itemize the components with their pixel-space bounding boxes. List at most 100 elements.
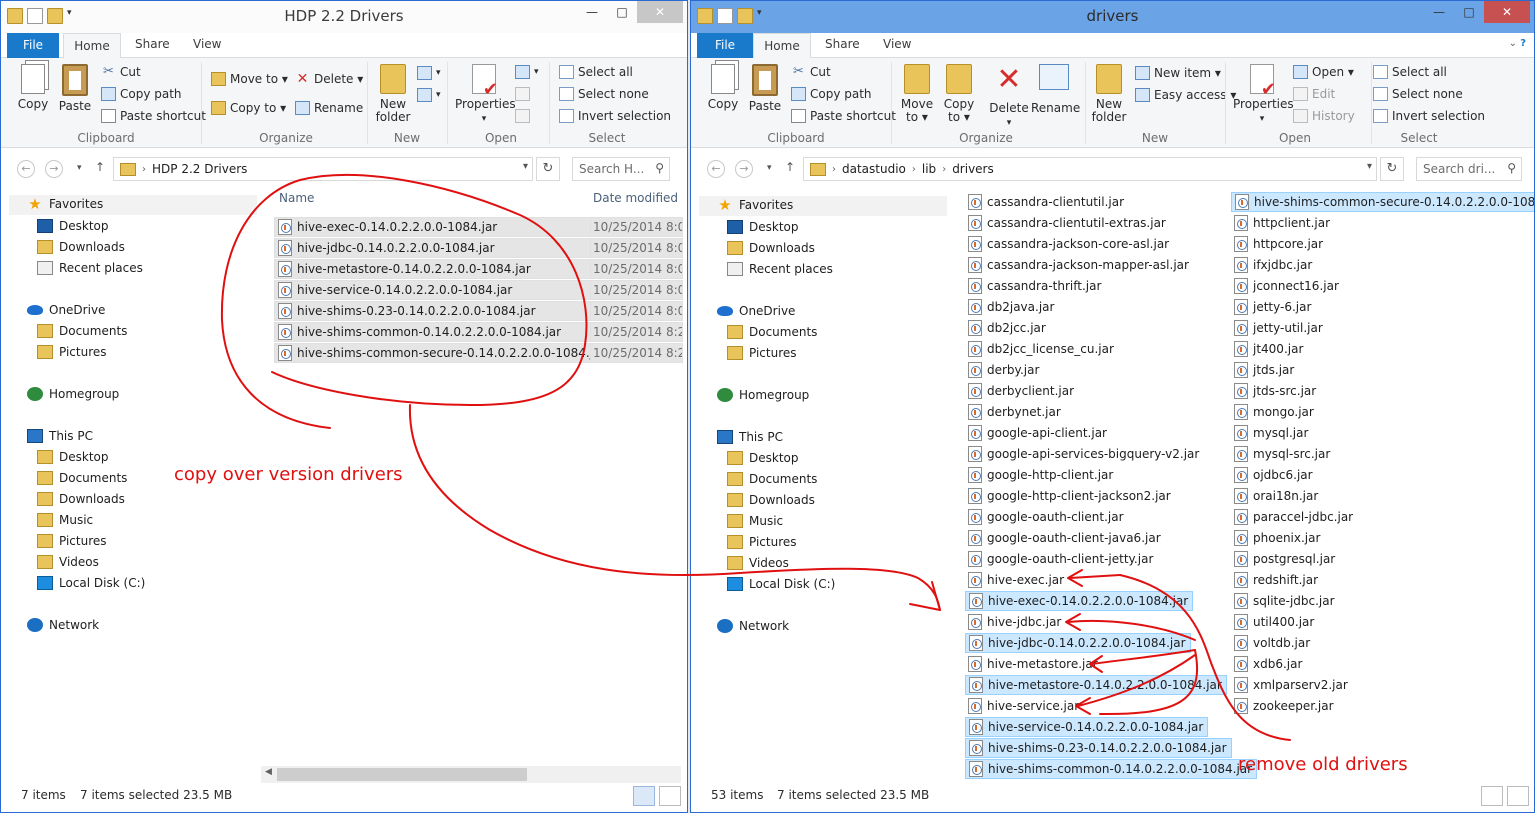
scrollbar-thumb[interactable] bbox=[277, 768, 527, 781]
copy-button[interactable]: Copy bbox=[705, 64, 741, 111]
details-view-icon[interactable] bbox=[1481, 786, 1503, 806]
easy-access-button[interactable]: Easy access ▾ bbox=[1135, 86, 1236, 104]
nav-this-pc[interactable]: This PC bbox=[27, 429, 93, 443]
nav-pc-pictures[interactable]: Pictures bbox=[37, 534, 107, 548]
maximize-button[interactable]: □ bbox=[1454, 1, 1484, 23]
list-item[interactable]: hive-service.jar bbox=[965, 696, 1083, 716]
list-item[interactable]: hive-exec-0.14.0.2.2.0.0-1084.jar bbox=[965, 591, 1194, 611]
nav-downloads[interactable]: Downloads bbox=[727, 241, 815, 255]
nav-pc-desktop[interactable]: Desktop bbox=[37, 450, 109, 464]
properties-button[interactable]: Properties▾ bbox=[455, 64, 516, 126]
list-item[interactable]: sqlite-jdbc.jar bbox=[1231, 591, 1339, 611]
list-item[interactable]: cassandra-jackson-mapper-asl.jar bbox=[965, 255, 1193, 275]
nav-pc-pictures[interactable]: Pictures bbox=[727, 535, 797, 549]
open-button[interactable]: Open ▾ bbox=[1293, 63, 1354, 81]
recent-locations-chevron-icon[interactable]: ▾ bbox=[77, 163, 82, 173]
nav-music[interactable]: Music bbox=[37, 513, 93, 527]
list-item[interactable]: voltdb.jar bbox=[1231, 633, 1314, 653]
copy-button[interactable]: Copy bbox=[15, 64, 51, 111]
chevron-down-icon[interactable]: ▾ bbox=[67, 8, 75, 24]
list-item[interactable]: jetty-6.jar bbox=[1231, 297, 1315, 317]
address-bar[interactable]: › datastudio › lib › drivers ▾ bbox=[803, 157, 1377, 181]
nav-videos[interactable]: Videos bbox=[727, 556, 789, 570]
history-button[interactable] bbox=[515, 107, 530, 125]
nav-documents[interactable]: Documents bbox=[727, 325, 817, 339]
rename-button[interactable]: Rename bbox=[295, 99, 363, 117]
nav-desktop[interactable]: Desktop bbox=[727, 220, 799, 234]
open-button[interactable]: ▾ bbox=[515, 63, 539, 81]
cut-button[interactable]: ✂ Cut bbox=[791, 63, 831, 81]
column-header-name[interactable]: Name bbox=[279, 191, 314, 205]
tab-share[interactable]: Share bbox=[135, 37, 170, 51]
invert-selection-button[interactable]: Invert selection bbox=[1373, 107, 1485, 125]
new-folder-icon[interactable] bbox=[47, 8, 63, 24]
list-item[interactable]: google-http-client-jackson2.jar bbox=[965, 486, 1175, 506]
table-row[interactable]: hive-metastore-0.14.0.2.2.0.0-1084.jar bbox=[274, 259, 592, 279]
large-icons-view-icon[interactable] bbox=[659, 786, 681, 806]
horizontal-scrollbar[interactable]: ◀ bbox=[261, 766, 681, 783]
properties-icon[interactable] bbox=[717, 8, 733, 24]
list-item[interactable]: google-oauth-client-java6.jar bbox=[965, 528, 1165, 548]
forward-arrow-icon[interactable]: → bbox=[45, 160, 63, 178]
minimize-button[interactable]: — bbox=[577, 1, 607, 23]
nav-pc-downloads[interactable]: Downloads bbox=[37, 492, 125, 506]
list-item[interactable]: ifxjdbc.jar bbox=[1231, 255, 1316, 275]
up-arrow-icon[interactable]: ↑ bbox=[785, 160, 795, 174]
up-arrow-icon[interactable]: ↑ bbox=[95, 160, 105, 174]
table-row[interactable]: hive-shims-common-secure-0.14.0.2.2.0.0-… bbox=[274, 343, 605, 363]
title-bar[interactable]: ▾ drivers — □ ✕ bbox=[691, 1, 1534, 33]
list-item[interactable]: hive-jdbc.jar bbox=[965, 612, 1065, 632]
list-item[interactable]: cassandra-thrift.jar bbox=[965, 276, 1105, 296]
refresh-button[interactable]: ↻ bbox=[536, 157, 560, 181]
list-item[interactable]: google-api-client.jar bbox=[965, 423, 1111, 443]
table-row[interactable]: hive-shims-common-0.14.0.2.2.0.0-1084.ja… bbox=[274, 322, 592, 342]
details-view-icon[interactable] bbox=[633, 786, 655, 806]
list-item[interactable]: orai18n.jar bbox=[1231, 486, 1322, 506]
title-bar[interactable]: ▾ HDP 2.2 Drivers — □ ✕ bbox=[1, 1, 687, 33]
list-item[interactable]: zookeeper.jar bbox=[1231, 696, 1338, 716]
refresh-button[interactable]: ↻ bbox=[1380, 157, 1404, 181]
nav-pc-documents[interactable]: Documents bbox=[727, 472, 817, 486]
properties-icon[interactable] bbox=[27, 8, 43, 24]
list-item[interactable]: jtds.jar bbox=[1231, 360, 1298, 380]
edit-button[interactable] bbox=[515, 85, 530, 103]
list-item[interactable]: google-api-services-bigquery-v2.jar bbox=[965, 444, 1203, 464]
select-none-button[interactable]: Select none bbox=[559, 85, 649, 103]
paste-shortcut-button[interactable]: Paste shortcut bbox=[101, 107, 206, 125]
breadcrumb-item[interactable]: drivers bbox=[952, 162, 994, 176]
list-item[interactable]: cassandra-jackson-core-asl.jar bbox=[965, 234, 1173, 254]
easy-access-button[interactable]: ▾ bbox=[417, 86, 441, 104]
chevron-down-icon[interactable]: ▾ bbox=[523, 161, 528, 172]
close-button[interactable]: ✕ bbox=[1484, 1, 1530, 23]
new-folder-button[interactable]: New folder bbox=[373, 64, 413, 124]
list-item[interactable]: derbynet.jar bbox=[965, 402, 1065, 422]
list-item[interactable]: jtds-src.jar bbox=[1231, 381, 1320, 401]
paste-button[interactable]: Paste bbox=[747, 64, 783, 113]
new-folder-icon[interactable] bbox=[737, 8, 753, 24]
large-icons-view-icon[interactable] bbox=[1507, 786, 1529, 806]
new-folder-button[interactable]: New folder bbox=[1089, 64, 1129, 124]
tab-home[interactable]: Home bbox=[753, 33, 811, 59]
list-item[interactable]: derbyclient.jar bbox=[965, 381, 1078, 401]
copy-to-button[interactable]: Copy to ▾ bbox=[211, 99, 286, 117]
table-row[interactable]: hive-jdbc-0.14.0.2.2.0.0-1084.jar bbox=[274, 238, 592, 258]
list-item[interactable]: ojdbc6.jar bbox=[1231, 465, 1317, 485]
nav-music[interactable]: Music bbox=[727, 514, 783, 528]
list-item[interactable]: jt400.jar bbox=[1231, 339, 1307, 359]
list-item[interactable]: httpclient.jar bbox=[1231, 213, 1334, 233]
list-item[interactable]: db2java.jar bbox=[965, 297, 1058, 317]
select-all-button[interactable]: Select all bbox=[1373, 63, 1447, 81]
maximize-button[interactable]: □ bbox=[607, 1, 637, 23]
tab-file[interactable]: File bbox=[697, 33, 753, 58]
list-item[interactable]: hive-shims-common-0.14.0.2.2.0.0-1084.ja… bbox=[965, 759, 1258, 779]
move-to-button[interactable]: Move to ▾ bbox=[211, 70, 288, 88]
list-item[interactable]: jconnect16.jar bbox=[1231, 276, 1343, 296]
address-bar[interactable]: › HDP 2.2 Drivers ▾ bbox=[113, 157, 533, 181]
list-item[interactable]: cassandra-clientutil-extras.jar bbox=[965, 213, 1170, 233]
scroll-left-icon[interactable]: ◀ bbox=[265, 767, 272, 777]
rename-button[interactable]: Rename bbox=[1031, 64, 1080, 115]
back-arrow-icon[interactable]: ← bbox=[17, 160, 35, 178]
search-input[interactable]: Search dri... ⚲ bbox=[1416, 157, 1522, 181]
paste-shortcut-button[interactable]: Paste shortcut bbox=[791, 107, 896, 125]
column-header-date-modified[interactable]: Date modified bbox=[593, 191, 678, 205]
